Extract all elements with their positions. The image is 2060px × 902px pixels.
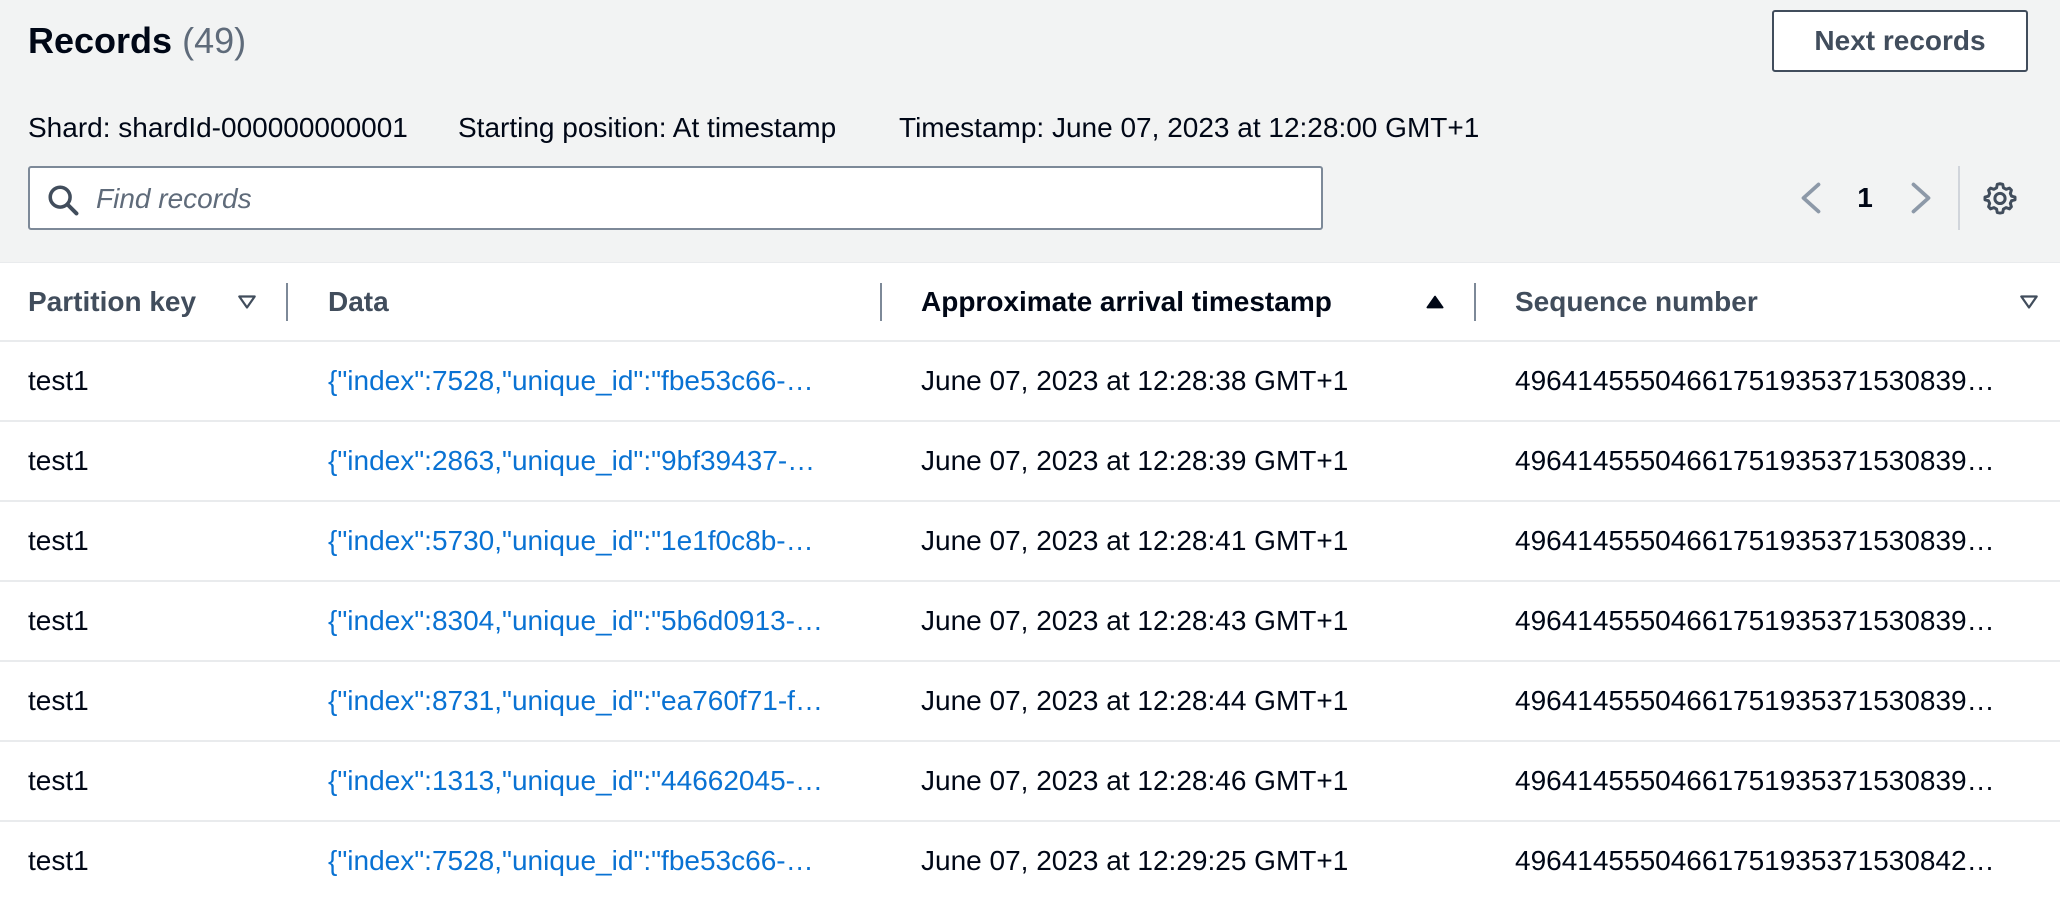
sequence-number-cell: 4964145550466175193537153083​9…: [1515, 765, 1995, 796]
chevron-right-icon[interactable]: [1906, 180, 1936, 216]
next-records-button[interactable]: Next records: [1772, 10, 2028, 72]
column-header-partition-key[interactable]: Partition key: [28, 263, 196, 341]
column-header-data[interactable]: Data: [328, 263, 389, 341]
caret-up-filled-icon[interactable]: [1424, 291, 1446, 313]
search-icon: [48, 185, 79, 216]
column-resizer[interactable]: [1474, 283, 1476, 321]
table-row: test1 {"index":2863,"unique_id":"9bf3943…: [0, 422, 2060, 502]
table-row: test1 {"index":5730,"unique_id":"1e1f0c8…: [0, 502, 2060, 582]
pager-divider: [1958, 166, 1960, 230]
partition-key-cell: test1: [28, 765, 89, 796]
timestamp-cell: June 07, 2023 at 12:28:46 GMT+1: [921, 765, 1349, 796]
partition-key-cell: test1: [28, 685, 89, 716]
data-link[interactable]: {"index":1313,"unique_id":"44662045-…: [328, 742, 848, 820]
page-title: Records (49): [28, 18, 246, 64]
timestamp-cell: June 07, 2023 at 12:28:41 GMT+1: [921, 525, 1349, 556]
table-row: test1 {"index":7528,"unique_id":"fbe53c6…: [0, 822, 2060, 902]
column-header-sequence-number[interactable]: Sequence number: [1515, 263, 1758, 341]
chevron-left-icon[interactable]: [1796, 180, 1826, 216]
partition-key-cell: test1: [28, 365, 89, 396]
records-header: Records (49) Next records Shard: shardId…: [0, 0, 2060, 262]
table-row: test1 {"index":1313,"unique_id":"4466204…: [0, 742, 2060, 822]
timestamp-cell: June 07, 2023 at 12:28:43 GMT+1: [921, 605, 1349, 636]
sequence-number-cell: 4964145550466175193537153083​9…: [1515, 365, 1995, 396]
table-row: test1 {"index":7528,"unique_id":"fbe53c6…: [0, 342, 2060, 422]
table-header: Partition key Data Approximate arrival t…: [0, 262, 2060, 342]
gear-icon[interactable]: [1982, 180, 2018, 216]
data-link[interactable]: {"index":7528,"unique_id":"fbe53c66-…: [328, 342, 848, 420]
starting-position-label: Starting position: At timestamp: [458, 112, 837, 143]
table-row: test1 {"index":8731,"unique_id":"ea760f7…: [0, 662, 2060, 742]
partition-key-cell: test1: [28, 525, 89, 556]
sequence-number-cell: 4964145550466175193537153083​9…: [1515, 525, 1995, 556]
shard-label: Shard: shardId-000000000001: [28, 112, 408, 143]
sequence-number-cell: 4964145550466175193537153083​9…: [1515, 685, 1995, 716]
table-row: test1 {"index":8304,"unique_id":"5b6d091…: [0, 582, 2060, 662]
partition-key-cell: test1: [28, 605, 89, 636]
column-resizer[interactable]: [880, 283, 882, 321]
data-link[interactable]: {"index":2863,"unique_id":"9bf39437-…: [328, 422, 848, 500]
timestamp-cell: June 07, 2023 at 12:29:25 GMT+1: [921, 845, 1349, 876]
sequence-number-cell: 4964145550466175193537153083​9…: [1515, 605, 1995, 636]
title-text: Records: [28, 20, 173, 61]
timestamp-label: Timestamp: June 07, 2023 at 12:28:00 GMT…: [899, 112, 1480, 143]
data-link[interactable]: {"index":8731,"unique_id":"ea760f71-f…: [328, 662, 848, 740]
timestamp-cell: June 07, 2023 at 12:28:44 GMT+1: [921, 685, 1349, 716]
records-count: (49): [182, 20, 247, 61]
current-page-number[interactable]: 1: [1850, 178, 1880, 218]
sequence-number-cell: 4964145550466175193537153084​2…: [1515, 845, 1995, 876]
search-input[interactable]: [94, 174, 1308, 224]
column-header-arrival-timestamp[interactable]: Approximate arrival timestamp: [921, 263, 1332, 341]
search-field[interactable]: [28, 166, 1323, 230]
timestamp-cell: June 07, 2023 at 12:28:39 GMT+1: [921, 445, 1349, 476]
caret-down-outline-icon[interactable]: [2018, 291, 2040, 313]
partition-key-cell: test1: [28, 445, 89, 476]
timestamp-cell: June 07, 2023 at 12:28:38 GMT+1: [921, 365, 1349, 396]
caret-down-outline-icon[interactable]: [236, 291, 258, 313]
data-link[interactable]: {"index":7528,"unique_id":"fbe53c66-…: [328, 822, 848, 900]
sequence-number-cell: 4964145550466175193537153083​9…: [1515, 445, 1995, 476]
partition-key-cell: test1: [28, 845, 89, 876]
data-link[interactable]: {"index":5730,"unique_id":"1e1f0c8b-…: [328, 502, 848, 580]
column-resizer[interactable]: [286, 283, 288, 321]
data-link[interactable]: {"index":8304,"unique_id":"5b6d0913-…: [328, 582, 848, 660]
